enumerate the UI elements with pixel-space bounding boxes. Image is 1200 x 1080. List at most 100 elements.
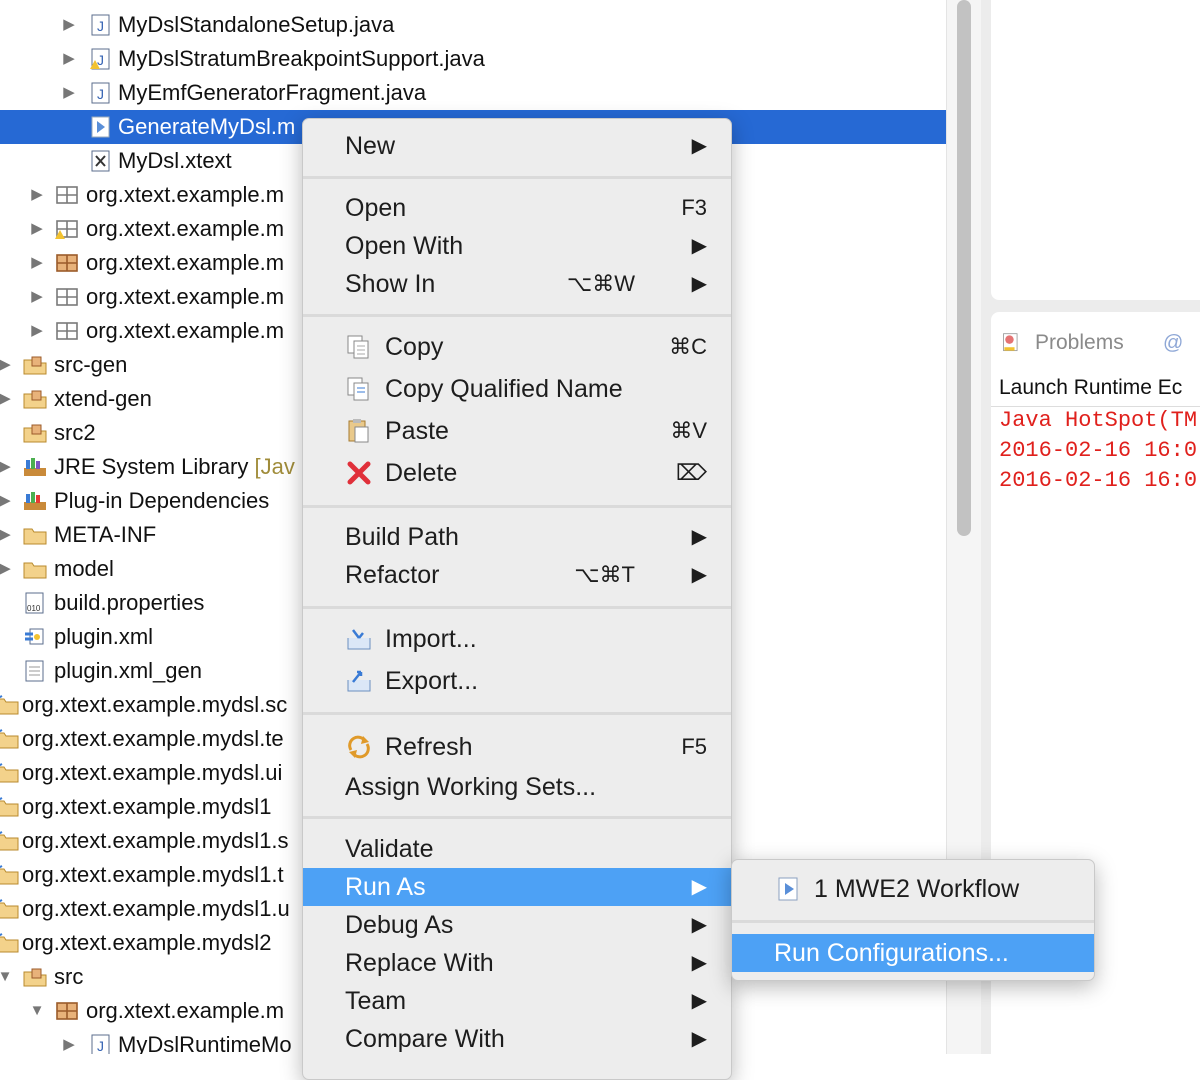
menu-item-assign-working-sets[interactable]: Assign Working Sets... (303, 768, 731, 806)
menu-item-compare-with[interactable]: Compare With ▶ (303, 1020, 731, 1058)
expand-arrow-icon[interactable]: ▶ (28, 212, 46, 246)
menu-item-debug-as[interactable]: Debug As ▶ (303, 906, 731, 944)
expand-arrow-icon[interactable]: ▶ (60, 8, 78, 42)
menu-item-copy-qualified-name[interactable]: Copy Qualified Name (303, 370, 731, 408)
tree-item-decoration: [Jav (254, 454, 295, 479)
tree-item-label: model (54, 556, 114, 581)
menu-item-paste[interactable]: Paste ⌘V (303, 412, 731, 450)
folder-icon (23, 528, 47, 545)
expand-arrow-icon[interactable]: ▶ (60, 76, 78, 110)
menu-item-refactor[interactable]: Refactor ⌥⌘T ▶ (303, 556, 731, 594)
project-icon (0, 729, 19, 749)
svg-text:J: J (97, 18, 104, 34)
console-divider (991, 406, 1200, 407)
tree-item-label: org.xtext.example.m (86, 182, 285, 207)
collapse-arrow-icon[interactable]: ▼ (0, 960, 14, 994)
menu-item-open[interactable]: Open F3 (303, 189, 731, 227)
menu-item-team[interactable]: Team ▶ (303, 982, 731, 1020)
expand-arrow-icon[interactable]: ▶ (0, 348, 14, 382)
tree-row[interactable]: ▶ J MyDslStratumBreakpointSupport.java (0, 42, 946, 76)
tree-item-label: org.xtext.example.mydsl.te (22, 726, 284, 751)
console-line: 2016-02-16 16:0 (999, 438, 1198, 463)
menu-separator (303, 176, 731, 179)
tree-item-label: org.xtext.example.m (86, 284, 285, 309)
expand-arrow-icon[interactable]: ▶ (28, 178, 46, 212)
menu-item-new[interactable]: New ▶ (303, 127, 731, 165)
tree-item-label: src (54, 964, 84, 989)
console-title: Launch Runtime Ec (999, 376, 1183, 399)
delete-icon (347, 461, 371, 485)
collapse-arrow-icon[interactable]: ▼ (28, 994, 46, 1028)
menu-item-label: Copy Qualified Name (385, 375, 623, 403)
menu-item-run-as[interactable]: Run As ▶ (303, 868, 731, 906)
tree-item-label: org.xtext.example.m (86, 216, 285, 241)
submenu-arrow-icon: ▶ (691, 135, 707, 157)
expand-arrow-icon[interactable]: ▶ (0, 552, 14, 586)
menu-item-label: Show In (345, 270, 436, 298)
menu-item-replace-with[interactable]: Replace With ▶ (303, 944, 731, 982)
menu-shortcut: ⌘C (669, 334, 707, 359)
package-icon (56, 288, 78, 306)
menu-separator (732, 920, 1094, 923)
menu-item-export[interactable]: Export... (303, 662, 731, 700)
menu-item-refresh[interactable]: Refresh F5 (303, 728, 731, 766)
menu-item-import[interactable]: Import... (303, 620, 731, 658)
menu-item-label: Open With (345, 232, 464, 260)
submenu-arrow-icon: ▶ (691, 876, 707, 898)
menu-item-open-with[interactable]: Open With ▶ (303, 227, 731, 265)
plugin-xml-icon (25, 628, 44, 645)
menu-item-run-configurations[interactable]: Run Configurations... (732, 934, 1094, 972)
tab-javadoc[interactable]: @ (1163, 326, 1183, 360)
menu-separator (303, 712, 731, 715)
menu-item-label: Run As (345, 873, 426, 901)
tree-row[interactable]: ▶ J MyEmfGeneratorFragment.java (0, 76, 946, 110)
project-icon (0, 865, 19, 885)
menu-item-mwe2-workflow[interactable]: 1 MWE2 Workflow (732, 870, 1094, 908)
console-line: 2016-02-16 16:0 (999, 468, 1198, 493)
menu-shortcut: ⌥⌘W (566, 271, 635, 296)
package-icon (56, 322, 78, 340)
package-icon (56, 186, 78, 204)
menu-item-label: Copy (385, 333, 444, 361)
expand-arrow-icon[interactable]: ▶ (28, 246, 46, 280)
import-icon (347, 629, 371, 650)
tree-item-label: org.xtext.example.mydsl2 (22, 930, 272, 955)
expand-arrow-icon[interactable]: ▶ (60, 1028, 78, 1054)
menu-item-label: Delete (385, 459, 458, 487)
menu-item-validate[interactable]: Validate (303, 830, 731, 868)
expand-arrow-icon[interactable]: ▶ (28, 280, 46, 314)
tree-item-label: org.xtext.example.mydsl1.t (22, 862, 284, 887)
tab-problems[interactable]: Problems (999, 326, 1124, 360)
menu-item-label: Team (345, 987, 407, 1015)
expand-arrow-icon[interactable]: ▶ (0, 382, 14, 416)
menu-item-label: Replace With (345, 949, 494, 977)
menu-item-delete[interactable]: Delete ⌦ (303, 454, 731, 492)
expand-arrow-icon[interactable]: ▶ (0, 450, 14, 484)
source-folder-icon (23, 356, 47, 375)
context-menu: New ▶ Open F3 Open With ▶ Show In ⌥⌘W ▶ … (302, 118, 732, 1080)
tree-row[interactable]: ▶ J MyDslStandaloneSetup.java (0, 8, 946, 42)
tree-item-label: org.xtext.example.mydsl.sc (22, 692, 288, 717)
menu-item-label: Validate (345, 835, 434, 863)
tree-item-label: Plug-in Dependencies (54, 488, 270, 513)
expand-arrow-icon[interactable]: ▶ (28, 314, 46, 348)
menu-item-label: Paste (385, 417, 449, 445)
tree-item-label: org.xtext.example.mydsl1.u (22, 896, 290, 921)
text-file-icon (25, 660, 44, 682)
tree-item-label: org.xtext.example.m (86, 998, 285, 1023)
tree-item-label: org.xtext.example.mydsl.ui (22, 760, 283, 785)
package-icon (56, 1002, 78, 1020)
tree-scrollbar-thumb[interactable] (957, 0, 971, 536)
menu-item-build-path[interactable]: Build Path ▶ (303, 518, 731, 556)
mwe2-workflow-icon (778, 877, 798, 901)
expand-arrow-icon[interactable]: ▶ (0, 484, 14, 518)
menu-item-show-in[interactable]: Show In ⌥⌘W ▶ (303, 265, 731, 303)
expand-arrow-icon[interactable]: ▶ (0, 518, 14, 552)
copy-icon (347, 335, 369, 359)
expand-arrow-icon[interactable]: ▶ (60, 42, 78, 76)
menu-shortcut: ⌥⌘T (574, 562, 635, 587)
tree-item-label: META-INF (54, 522, 157, 547)
package-warning-icon (55, 220, 78, 239)
menu-item-copy[interactable]: Copy ⌘C (303, 328, 731, 366)
menu-separator (303, 606, 731, 609)
